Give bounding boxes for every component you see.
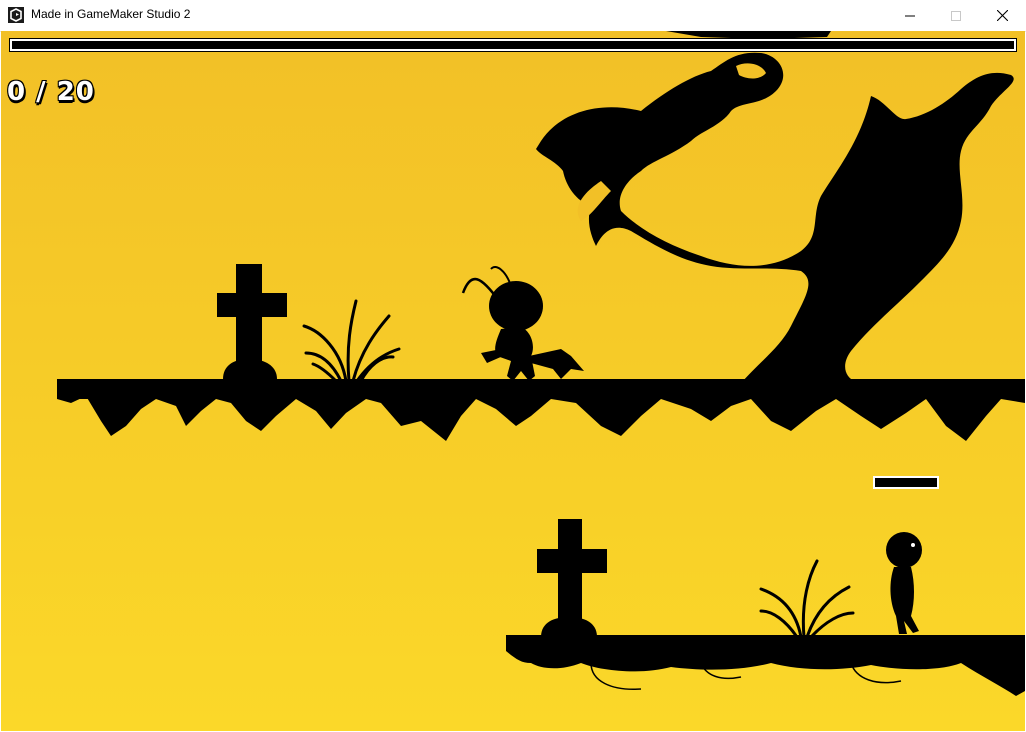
gamemaker-logo-icon <box>8 7 24 23</box>
game-scene <box>1 31 1025 731</box>
window-title: Made in GameMaker Studio 2 <box>31 7 191 21</box>
player-health-bar <box>9 38 1017 52</box>
game-window: Made in GameMaker Studio 2 0 / 20 <box>0 0 1026 732</box>
maximize-button[interactable] <box>933 0 979 31</box>
collectible-counter: 0 / 20 <box>6 76 95 108</box>
game-viewport[interactable]: 0 / 20 <box>1 31 1025 731</box>
minimize-icon <box>905 15 915 16</box>
minimize-button[interactable] <box>887 0 933 31</box>
maximize-icon <box>951 10 961 21</box>
close-icon <box>996 10 1008 21</box>
close-button[interactable] <box>979 0 1025 31</box>
enemy-health-bar <box>873 476 939 489</box>
title-bar[interactable]: Made in GameMaker Studio 2 <box>0 0 1026 32</box>
